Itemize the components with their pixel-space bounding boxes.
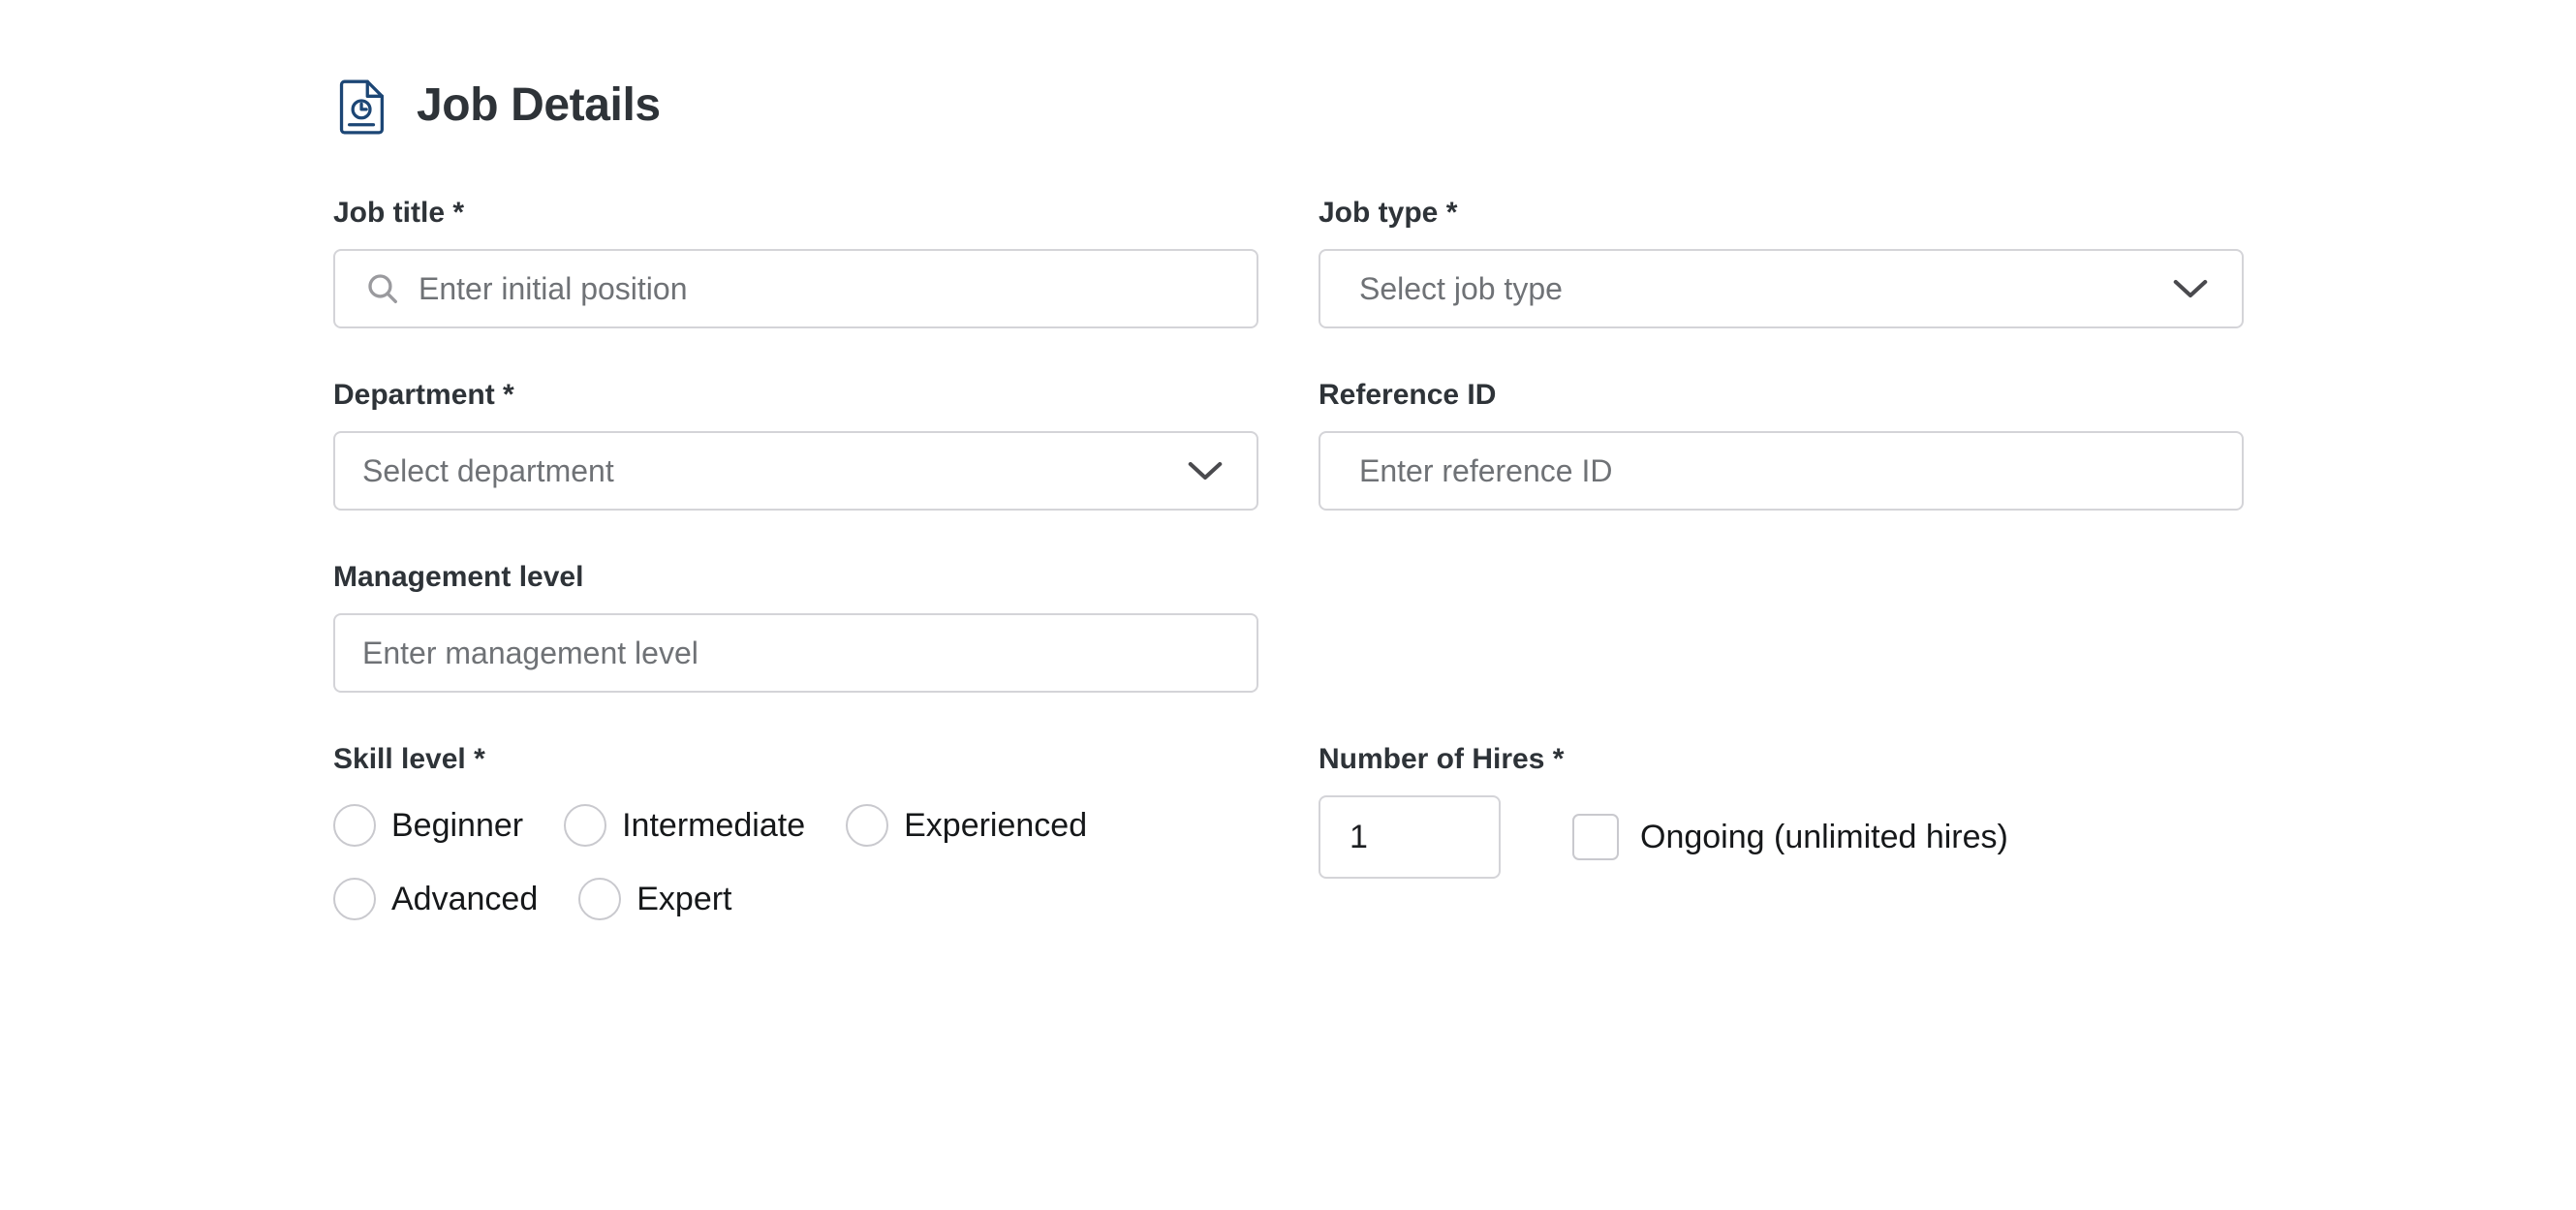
management-level-label: Management level — [333, 561, 584, 593]
field-reference-id: Reference ID Enter reference ID — [1319, 381, 2244, 511]
ongoing-checkbox-label: Ongoing (unlimited hires) — [1640, 819, 2008, 855]
radio-circle-icon[interactable] — [333, 804, 376, 847]
radio-option-beginner[interactable]: Beginner — [333, 795, 523, 855]
form-row-1: Job title * Enter initial position Job t… — [333, 199, 2244, 328]
job-title-label: Job title * — [333, 197, 465, 229]
page-title: Job Details — [417, 79, 661, 131]
job-title-placeholder: Enter initial position — [419, 271, 688, 306]
skill-level-radio-group: Beginner Intermediate Experienced Advanc… — [333, 795, 1263, 929]
number-of-hires-value: 1 — [1350, 819, 1368, 855]
radio-circle-icon[interactable] — [333, 878, 376, 920]
department-placeholder: Select department — [362, 453, 614, 488]
row-spacer-1 — [333, 328, 2244, 381]
department-select[interactable]: Select department — [333, 431, 1258, 511]
field-skill-level: Skill level * Beginner Intermediate Expe… — [333, 745, 1258, 929]
job-details-form: Job title * Enter initial position Job t… — [333, 199, 2244, 929]
radio-label: Intermediate — [622, 807, 806, 844]
ongoing-checkbox-wrapper[interactable]: Ongoing (unlimited hires) — [1572, 814, 2008, 860]
radio-option-intermediate[interactable]: Intermediate — [564, 795, 805, 855]
row-spacer-3 — [333, 693, 2244, 745]
department-label: Department * — [333, 379, 514, 411]
job-title-input[interactable]: Enter initial position — [333, 249, 1258, 328]
job-type-placeholder: Select job type — [1359, 271, 1563, 306]
radio-label: Advanced — [391, 881, 539, 917]
radio-label: Beginner — [391, 807, 524, 844]
form-row-4: Skill level * Beginner Intermediate Expe… — [333, 745, 2244, 929]
section-header: Job Details — [333, 76, 661, 136]
management-level-input[interactable]: Enter management level — [333, 613, 1258, 693]
radio-option-advanced[interactable]: Advanced — [333, 869, 538, 929]
radio-circle-icon[interactable] — [564, 804, 607, 847]
number-of-hires-input[interactable]: 1 — [1319, 795, 1501, 879]
job-type-label: Job type * — [1319, 197, 1458, 229]
radio-circle-icon[interactable] — [846, 804, 889, 847]
job-type-select[interactable]: Select job type — [1319, 249, 2244, 328]
field-job-title: Job title * Enter initial position — [333, 199, 1258, 328]
radio-option-experienced[interactable]: Experienced — [846, 795, 1087, 855]
field-number-of-hires: Number of Hires * 1 Ongoing (unlimited h… — [1319, 745, 2244, 879]
row-spacer-2 — [333, 511, 2244, 563]
form-row-3: Management level Enter management level — [333, 563, 2244, 693]
reference-id-label: Reference ID — [1319, 379, 1497, 411]
reference-id-input[interactable]: Enter reference ID — [1319, 431, 2244, 511]
job-details-form-page: Job Details Job title * Enter initial po… — [0, 0, 2576, 1210]
number-of-hires-label: Number of Hires * — [1319, 743, 1565, 775]
field-job-type: Job type * Select job type — [1319, 199, 2244, 328]
skill-level-label: Skill level * — [333, 743, 485, 775]
radio-label: Expert — [636, 881, 732, 917]
form-row-2: Department * Select department Reference… — [333, 381, 2244, 511]
reference-id-placeholder: Enter reference ID — [1359, 453, 1613, 488]
number-of-hires-row: 1 Ongoing (unlimited hires) — [1319, 795, 2244, 879]
radio-label: Experienced — [904, 807, 1088, 844]
radio-circle-icon[interactable] — [578, 878, 622, 920]
radio-option-expert[interactable]: Expert — [578, 869, 732, 929]
search-icon — [335, 270, 419, 307]
document-clock-icon — [333, 76, 393, 136]
field-management-level: Management level Enter management level — [333, 563, 1258, 693]
field-department: Department * Select department — [333, 381, 1258, 511]
management-level-placeholder: Enter management level — [362, 636, 698, 670]
ongoing-checkbox[interactable] — [1572, 814, 1619, 860]
